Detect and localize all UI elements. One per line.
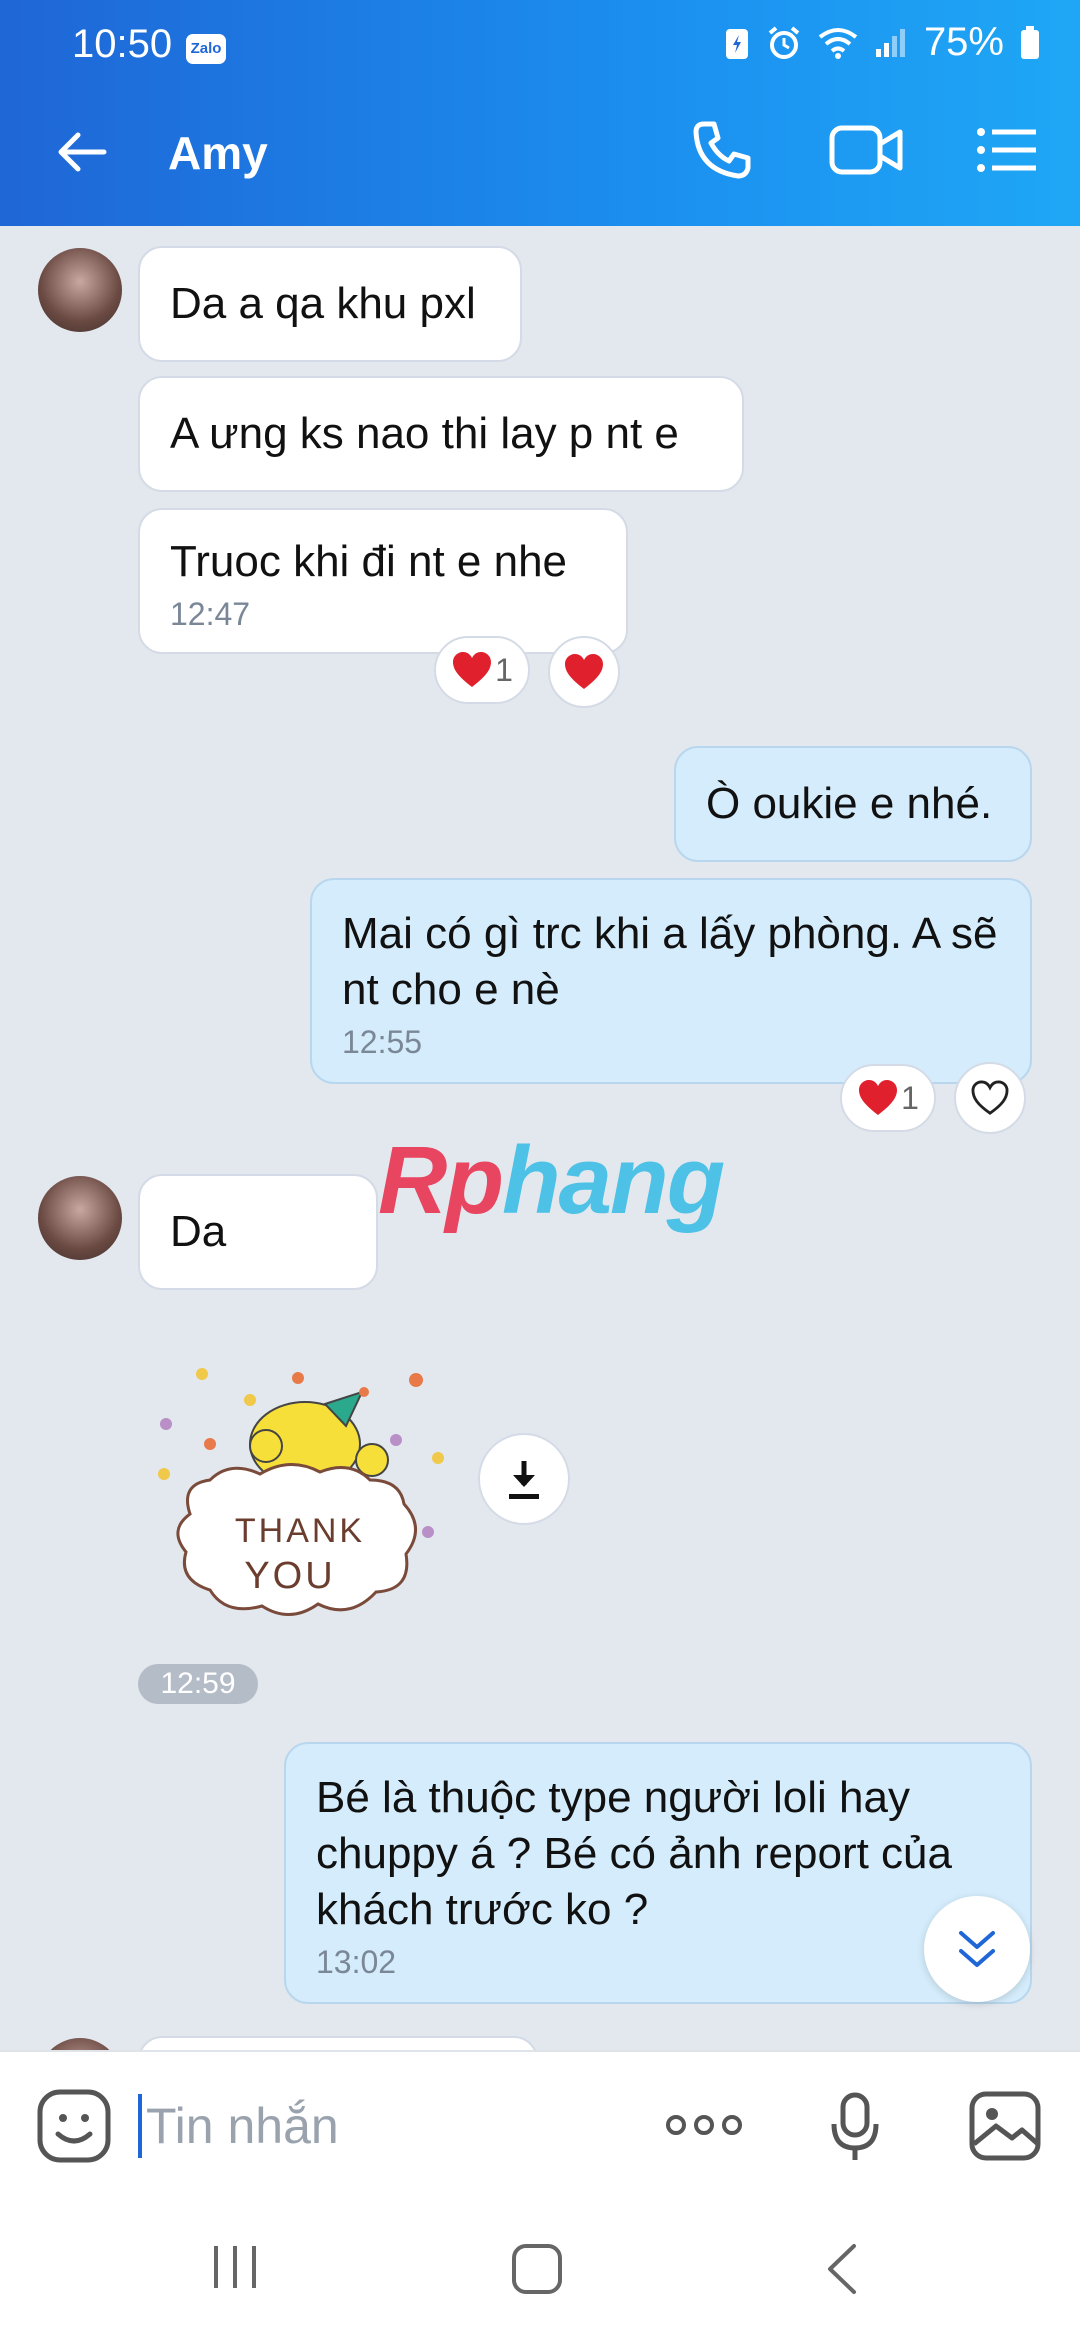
message-text: Da a qa khu pxl xyxy=(170,279,476,328)
wifi-icon xyxy=(818,27,858,59)
message-text: Bé là thuộc type người loli hay chuppy á… xyxy=(316,1773,952,1934)
message-text: Mai có gì trc khi a lấy phòng. A sẽ nt c… xyxy=(342,909,998,1014)
react-heart-button[interactable] xyxy=(548,636,620,708)
download-sticker-button[interactable] xyxy=(478,1433,570,1525)
battery-percent: 75% xyxy=(923,20,1004,64)
message-incoming[interactable]: A ưng ks nao thi lay p nt e xyxy=(138,376,744,492)
recent-apps-icon[interactable] xyxy=(210,2242,260,2292)
reaction-count: 1 xyxy=(495,651,513,688)
message-outgoing[interactable]: Ò oukie e nhé. xyxy=(674,746,1032,862)
reaction-count-badge[interactable]: 1 xyxy=(840,1064,936,1132)
message-outgoing[interactable]: Bé là thuộc type người loli hay chuppy á… xyxy=(284,1742,1032,2004)
message-text: A ưng ks nao thi lay p nt e xyxy=(170,409,679,458)
avatar[interactable] xyxy=(36,246,124,334)
status-time: 10:50 xyxy=(72,22,173,66)
thank-you-sticker[interactable]: THANK YOU xyxy=(150,1344,450,1624)
message-text: Da xyxy=(170,1207,227,1256)
chat-header: Amy xyxy=(0,80,1080,226)
download-icon xyxy=(509,1461,539,1499)
contact-name[interactable]: Amy xyxy=(168,126,268,180)
sticker-text-line2: YOU xyxy=(244,1555,335,1597)
avatar[interactable] xyxy=(36,2036,124,2050)
sticker-time: 12:59 xyxy=(138,1664,258,1704)
image-gallery-icon[interactable] xyxy=(968,2090,1042,2162)
watermark-part2: hang xyxy=(501,1127,725,1234)
microphone-icon[interactable] xyxy=(830,2092,880,2164)
message-time: 13:02 xyxy=(316,1944,397,1980)
reaction-count: 1 xyxy=(901,1079,919,1116)
message-incoming[interactable]: Da xyxy=(138,1174,378,1290)
back-arrow-icon[interactable] xyxy=(52,122,112,182)
sticker-text-line1: THANK xyxy=(235,1512,365,1550)
message-time: 12:55 xyxy=(342,1024,423,1060)
message-incoming[interactable]: Truoc khi đi nt e nhe 12:47 xyxy=(138,508,628,654)
heart-filled-icon xyxy=(453,652,492,687)
status-bar: 10:50 Zalo 75% xyxy=(0,0,1080,80)
status-icons: 75% xyxy=(724,20,1040,65)
message-incoming[interactable] xyxy=(138,2036,538,2050)
battery-icon xyxy=(1021,25,1039,59)
message-outgoing[interactable]: Mai có gì trc khi a lấy phòng. A sẽ nt c… xyxy=(310,878,1032,1084)
message-input[interactable]: Tin nhắn xyxy=(138,2094,339,2158)
phone-call-icon[interactable] xyxy=(690,118,754,182)
message-text: Ò oukie e nhé. xyxy=(706,779,993,828)
heart-filled-icon xyxy=(859,1080,898,1115)
zalo-app-badge: Zalo xyxy=(186,34,226,64)
signal-icon xyxy=(875,28,905,57)
react-heart-button[interactable] xyxy=(954,1062,1026,1134)
scroll-to-bottom-button[interactable] xyxy=(924,1896,1030,2002)
emoji-sticker-icon[interactable] xyxy=(36,2088,112,2164)
video-call-icon[interactable] xyxy=(828,118,904,182)
battery-saver-icon xyxy=(725,28,748,59)
more-options-icon[interactable] xyxy=(664,2110,744,2140)
watermark-part1: Rp xyxy=(378,1127,504,1234)
alarm-icon xyxy=(768,25,800,59)
home-icon[interactable] xyxy=(510,2242,564,2296)
chat-area[interactable]: Da a qa khu pxl A ưng ks nao thi lay p n… xyxy=(0,226,1080,2050)
system-navigation-bar xyxy=(0,2200,1080,2340)
heart-filled-icon xyxy=(565,654,603,689)
system-back-icon[interactable] xyxy=(822,2242,862,2296)
menu-list-icon[interactable] xyxy=(976,118,1038,182)
reaction-count-badge[interactable]: 1 xyxy=(434,636,530,704)
message-input-bar: Tin nhắn xyxy=(0,2050,1080,2202)
message-time: 12:47 xyxy=(170,596,251,632)
watermark-logo: Rphang xyxy=(378,1126,725,1236)
heart-outline-icon xyxy=(971,1080,1009,1115)
double-chevron-down-icon xyxy=(959,1931,995,1967)
avatar[interactable] xyxy=(36,1174,124,1262)
message-text: Truoc khi đi nt e nhe xyxy=(170,537,568,586)
message-incoming[interactable]: Da a qa khu pxl xyxy=(138,246,522,362)
